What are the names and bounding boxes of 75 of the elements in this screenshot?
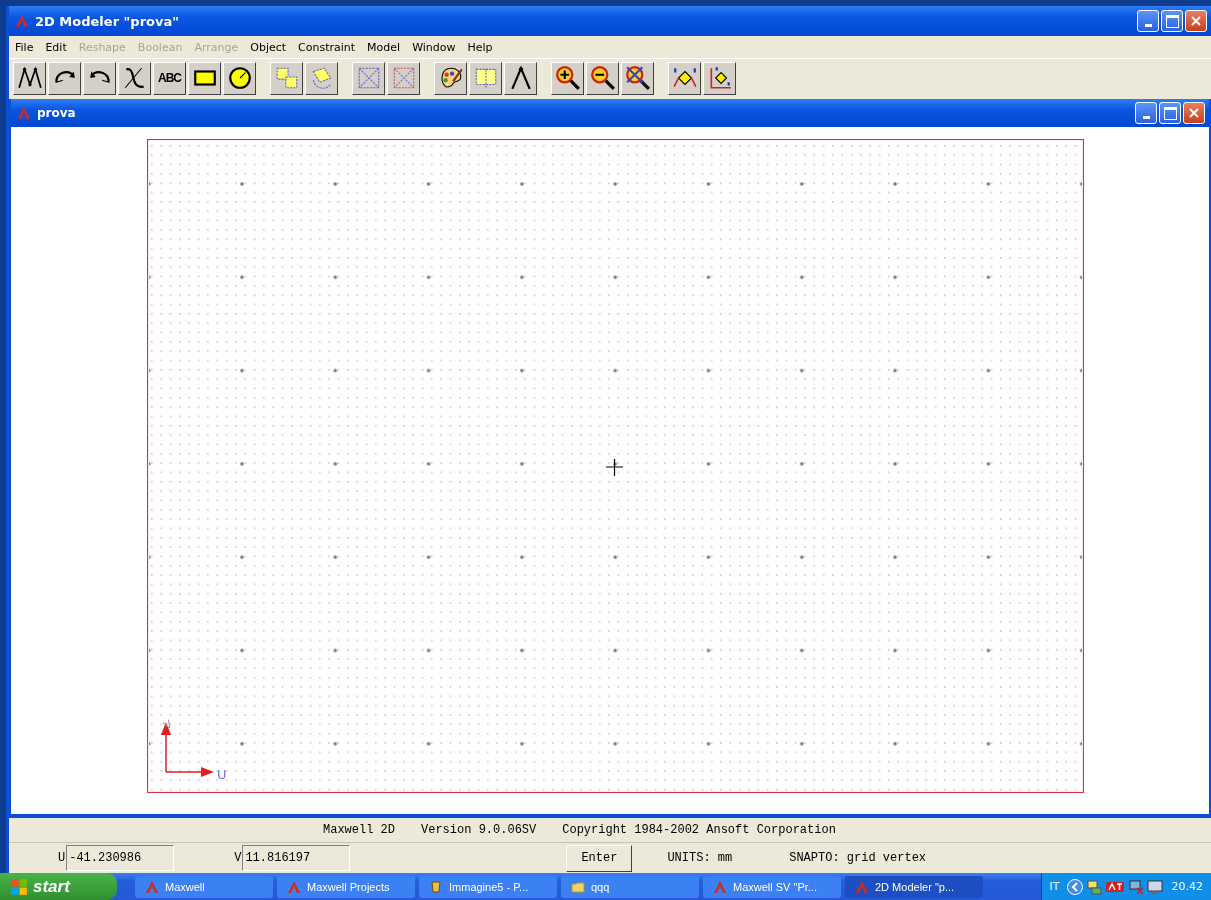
circle-button[interactable] [223,61,256,95]
monitor-icon[interactable] [1146,878,1163,895]
circle-icon [226,65,253,91]
rectangle-button[interactable] [188,61,221,95]
taskbar-button[interactable]: Maxwell [135,875,273,898]
maximize-button[interactable] [1161,10,1183,32]
zoom-out-icon [589,65,616,91]
app-logo-icon [713,879,727,894]
cross-select-button[interactable] [352,61,385,95]
menu-item[interactable]: Edit [45,40,67,54]
zoom-cross-icon [624,65,651,91]
computer-icon[interactable] [1127,878,1144,895]
logo-icon [15,14,29,28]
menu-item[interactable]: Object [250,40,287,54]
windows-flag-icon [10,877,28,896]
menu-item[interactable]: Help [467,40,493,54]
app-logo-icon [145,879,159,894]
arc-cw-button[interactable] [48,61,81,95]
minimize-button[interactable] [1137,10,1159,32]
drawing-canvas[interactable]: U V [147,139,1084,793]
taskbar-button[interactable]: Maxwell Projects [277,875,415,898]
taskbar-button[interactable]: Immagine5 - P... [419,875,557,898]
window-title: 2D Modeler "prova" [35,13,180,29]
close-button[interactable] [1185,10,1207,32]
close-icon [1188,107,1200,119]
taskbar-button[interactable]: qqq [561,875,699,898]
move-button[interactable] [270,61,303,95]
cross-select-alt-button[interactable] [387,61,420,95]
network-icon[interactable] [1085,878,1102,895]
coordinate-label: U [58,851,66,865]
clock: 20.42 [1171,880,1203,893]
zoom-cross-button[interactable] [621,61,654,95]
coordinate-label: V [234,851,242,865]
axis-label: U [217,767,227,782]
diamond-corner-button[interactable] [703,61,736,95]
palette-button[interactable] [434,61,467,95]
menu-item[interactable]: Constraint [298,40,356,54]
enter-button[interactable]: Enter [566,844,633,872]
arc-ccw-button[interactable] [83,61,116,95]
maximize-button[interactable] [1159,102,1181,124]
status-text: Copyright 1984-2002 Ansoft Corporation [562,823,836,837]
taskbar-button[interactable]: 2D Modeler "p... [845,875,983,898]
document-title: prova [37,106,77,120]
folder-icon [571,879,585,894]
paint-icon [429,879,443,894]
minimize-button[interactable] [1135,102,1157,124]
zoom-in-button[interactable] [551,61,584,95]
chevron-icon[interactable] [1066,878,1083,895]
app-logo-icon [855,879,869,894]
taskbar-button[interactable]: Maxwell SV "Pr... [703,875,841,898]
status-text: Maxwell 2D [323,823,395,837]
dashed-frame-button[interactable] [469,61,502,95]
zoom-in-icon [554,65,581,91]
coordinate-field[interactable]: 11.816197 [242,845,351,871]
rotate-button[interactable] [305,61,338,95]
crosshair-icon [605,458,624,477]
app-logo-icon [287,879,301,894]
axis-label: V [161,717,175,733]
status-text: Version 9.0.06SV [421,823,537,837]
text-tool-button[interactable]: ABC [153,61,186,95]
compass-button[interactable] [504,61,537,95]
spline-button[interactable] [118,61,151,95]
close-icon [1190,15,1202,27]
menu-item[interactable]: Window [412,40,456,54]
snap-text: SNAPTO: grid vertex [789,851,927,865]
logo-icon [17,106,31,120]
polyline-icon [16,65,43,91]
close-button[interactable] [1183,102,1205,124]
polyline-button[interactable] [13,61,46,95]
zoom-out-button[interactable] [586,61,619,95]
menu-item[interactable]: Model [367,40,401,54]
diamond-axes-button[interactable] [668,61,701,95]
menu-item[interactable]: File [15,40,34,54]
units-text: UNITS: mm [667,851,733,865]
coordinate-field[interactable]: -41.230986 [66,845,175,871]
